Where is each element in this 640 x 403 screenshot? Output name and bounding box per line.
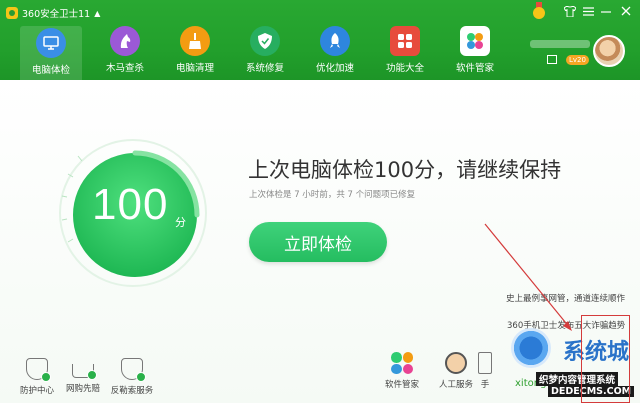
software-icon (460, 26, 490, 56)
nav-label: 木马查杀 (105, 63, 144, 74)
nav-item-speedup[interactable]: 优化加速 (300, 26, 370, 80)
news-link[interactable]: 史上最例事网管，通道连续顺作 (506, 292, 625, 304)
nav-item-software[interactable]: 软件管家 (440, 26, 510, 80)
bottom-label: 人工服务 (438, 380, 473, 390)
horse-icon (110, 26, 140, 56)
mobile-button[interactable]: 手 (470, 352, 500, 390)
nav-item-checkup[interactable]: 电脑体检 (20, 26, 82, 80)
start-checkup-button[interactable]: 立即体检 (249, 222, 387, 262)
skin-shirt-icon[interactable] (560, 2, 580, 20)
grid-icon (390, 26, 420, 56)
nav-label: 优化加速 (315, 63, 354, 74)
service-person-icon (445, 352, 467, 374)
phone-icon (478, 352, 492, 374)
gift-icon[interactable] (547, 55, 557, 64)
score-value: 100 (92, 180, 169, 229)
nav-item-cleanup[interactable]: 电脑清理 (160, 26, 230, 80)
level-badge[interactable]: Lv20 (566, 55, 589, 65)
header-bar: 360安全卫士11 ▲ 电脑体检 木马查杀 电脑清理 系统修复 优化加速 功能大… (0, 0, 640, 80)
broom-icon (180, 26, 210, 56)
upgrade-arrow-icon[interactable]: ▲ (94, 9, 100, 18)
window-title: 360安全卫士11 ▲ (6, 6, 100, 20)
window-title-text: 360安全卫士11 (22, 9, 91, 20)
menu-icon[interactable] (578, 2, 598, 20)
nav-label: 系统修复 (245, 63, 284, 74)
bottom-label: 反勒索服务 (110, 386, 154, 396)
watermark-logo-icon (511, 328, 551, 368)
bottom-label: 网购先赔 (65, 384, 100, 394)
bottom-label: 手 (480, 380, 490, 390)
lock-shield-icon (121, 358, 146, 382)
rocket-icon (320, 26, 350, 56)
bottom-label: 软件管家 (384, 380, 419, 390)
nav-label: 软件管家 (455, 63, 494, 74)
account-name-blurred[interactable] (530, 40, 590, 48)
score-unit: 分 (175, 216, 186, 229)
annotation-box (581, 315, 630, 403)
close-icon[interactable] (616, 2, 636, 20)
main-nav: 电脑体检 木马查杀 电脑清理 系统修复 优化加速 功能大全 软件管家 (20, 26, 510, 80)
anti-ransom-button[interactable]: 反勒索服务 (107, 358, 157, 396)
result-headline: 上次电脑体检100分，请继续保持 (248, 158, 562, 182)
monitor-icon (36, 28, 66, 58)
nav-label: 功能大全 (385, 63, 424, 74)
bottom-label: 防护中心 (19, 386, 54, 396)
software-icon (391, 352, 413, 374)
nav-label: 电脑体检 (31, 65, 70, 76)
nav-item-repair[interactable]: 系统修复 (230, 26, 300, 80)
shopping-compensation-button[interactable]: 网购先赔 (58, 358, 108, 394)
result-subline: 上次体检是 7 小时前，共 7 个问题项已修复 (249, 190, 416, 200)
nav-label: 电脑清理 (175, 63, 214, 74)
nav-item-features[interactable]: 功能大全 (370, 26, 440, 80)
medal-icon[interactable] (533, 2, 545, 19)
nav-item-trojan[interactable]: 木马查杀 (90, 26, 160, 80)
shield-pulse-icon (26, 358, 51, 382)
avatar[interactable] (593, 35, 625, 67)
software-manager-button[interactable]: 软件管家 (377, 352, 427, 390)
app-logo-icon (6, 7, 18, 19)
minimize-icon[interactable] (596, 2, 616, 20)
protection-center-button[interactable]: 防护中心 (12, 358, 62, 396)
app-window: 360安全卫士11 ▲ 电脑体检 木马查杀 电脑清理 系统修复 优化加速 功能大… (0, 0, 640, 403)
shield-icon (250, 26, 280, 56)
cart-icon (72, 364, 97, 380)
